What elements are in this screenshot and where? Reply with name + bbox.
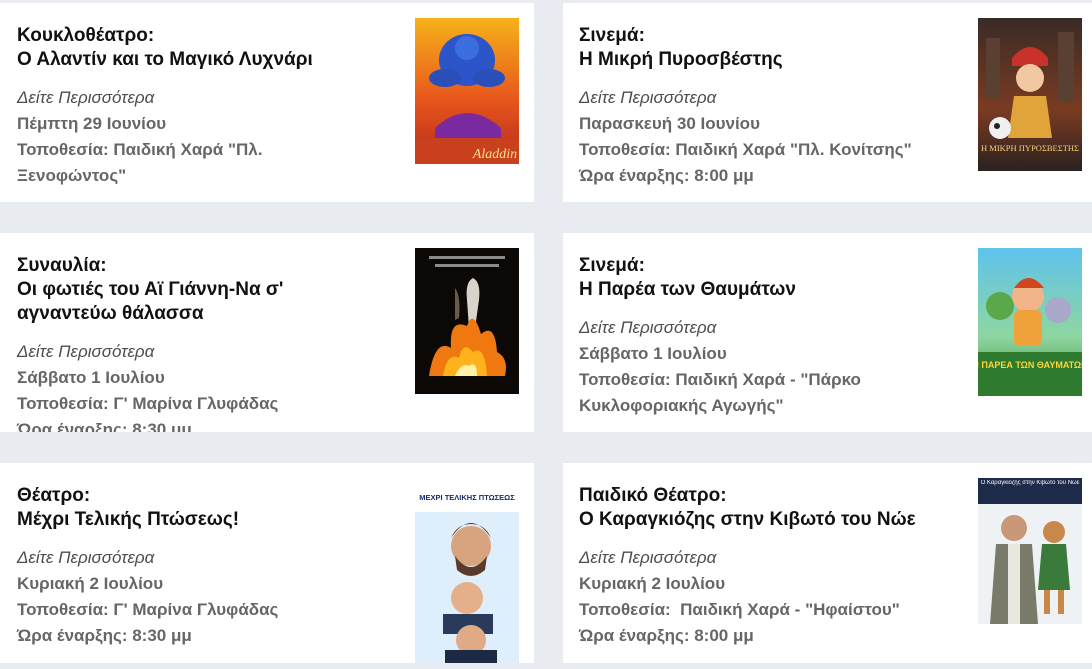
see-more-link[interactable]: Δείτε Περισσότερα bbox=[17, 545, 377, 571]
event-category: Κουκλοθέατρο: bbox=[17, 25, 155, 46]
event-text: Συναυλία: Οι φωτιές του Αϊ Γιάννη-Να σ' … bbox=[17, 254, 317, 432]
event-category: Σινεμά: bbox=[579, 25, 645, 46]
event-date: Σάββατο 1 Ιουλίου bbox=[17, 368, 165, 387]
event-location: Τοποθεσία: Παιδική Χαρά "Πλ. Ξενοφώντος" bbox=[17, 140, 263, 185]
poster-title-text: Aladdin bbox=[472, 147, 517, 162]
event-date: Παρασκευή 30 Ιουνίου bbox=[579, 114, 760, 133]
event-category: Συναυλία: bbox=[17, 255, 107, 276]
bonfire-poster-image[interactable] bbox=[415, 248, 519, 394]
event-time: Ώρα έναρξης: 8:00 μμ bbox=[579, 626, 754, 645]
event-time: Ώρα έναρξης: 8:00 μμ bbox=[579, 166, 754, 185]
event-date: Σάββατο 1 Ιουλίου bbox=[579, 344, 727, 363]
event-date: Κυριακή 2 Ιουλίου bbox=[579, 574, 726, 593]
event-location: Τοποθεσία: Παιδική Χαρά "Πλ. Κονίτσης" bbox=[579, 140, 912, 159]
event-title[interactable]: Ο Αλαντίν και το Μαγικό Λυχνάρι bbox=[17, 48, 377, 72]
poster-title-text: Ο Καραγκιόζης στην Κιβωτό του Νώε bbox=[980, 480, 1080, 486]
see-more-link[interactable]: Δείτε Περισσότερα bbox=[579, 315, 939, 341]
event-text: Παιδικό Θέατρο: Ο Καραγκιόζης στην Κιβωτ… bbox=[579, 484, 939, 649]
aladdin-poster-image[interactable]: Aladdin bbox=[415, 18, 519, 164]
poster-title-text: Η ΠΑΡΕΑ ΤΩΝ ΘΑΥΜΑΤΩΝ bbox=[978, 360, 1082, 370]
event-title[interactable]: Οι φωτιές του Αϊ Γιάννη-Να σ' αγναντεύω … bbox=[17, 278, 317, 326]
see-more-link[interactable]: Δείτε Περισσότερα bbox=[17, 85, 377, 111]
poster-title-text: ΜΕΧΡΙ ΤΕΛΙΚΗΣ ΠΤΩΣΕΩΣ bbox=[419, 493, 515, 502]
see-more-link[interactable]: Δείτε Περισσότερα bbox=[579, 85, 939, 111]
event-category: Θέατρο: bbox=[17, 485, 91, 506]
event-category: Σινεμά: bbox=[579, 255, 645, 276]
event-time: Ώρα έναρξης: 8:30 μμ bbox=[17, 420, 192, 432]
event-card[interactable]: Σινεμά: Η Παρέα των Θαυμάτων Δείτε Περισ… bbox=[563, 233, 1092, 432]
firefighter-poster-image[interactable]: Η ΜΙΚΡΗ ΠΥΡΟΣΒΕΣΤΗΣ bbox=[978, 18, 1082, 171]
event-text: Σινεμά: Η Παρέα των Θαυμάτων Δείτε Περισ… bbox=[579, 254, 939, 419]
event-card[interactable]: Κουκλοθέατρο: Ο Αλαντίν και το Μαγικό Λυ… bbox=[0, 3, 534, 202]
event-card[interactable]: Σινεμά: Η Μικρή Πυροσβέστης Δείτε Περισσ… bbox=[563, 3, 1092, 202]
event-location: Τοποθεσία: Γ' Μαρίνα Γλυφάδας bbox=[17, 600, 279, 619]
event-card[interactable]: Παιδικό Θέατρο: Ο Καραγκιόζης στην Κιβωτ… bbox=[563, 463, 1092, 663]
see-more-link[interactable]: Δείτε Περισσότερα bbox=[17, 339, 317, 365]
event-card[interactable]: Συναυλία: Οι φωτιές του Αϊ Γιάννη-Να σ' … bbox=[0, 233, 534, 432]
event-title[interactable]: Η Παρέα των Θαυμάτων bbox=[579, 278, 939, 302]
event-category: Παιδικό Θέατρο: bbox=[579, 485, 727, 506]
see-more-link[interactable]: Δείτε Περισσότερα bbox=[579, 545, 939, 571]
event-title[interactable]: Μέχρι Τελικής Πτώσεως! bbox=[17, 508, 377, 532]
event-title[interactable]: Η Μικρή Πυροσβέστης bbox=[579, 48, 939, 72]
event-card[interactable]: Θέατρο: Μέχρι Τελικής Πτώσεως! Δείτε Περ… bbox=[0, 463, 534, 663]
event-time: Ώρα έναρξης: 8:30 μμ bbox=[17, 626, 192, 645]
event-title[interactable]: Ο Καραγκιόζης στην Κιβωτό του Νώε bbox=[579, 508, 939, 532]
theater-poster-image[interactable]: ΜΕΧΡΙ ΤΕΛΙΚΗΣ ΠΤΩΣΕΩΣ bbox=[415, 478, 519, 663]
wonder-friends-poster-image[interactable]: Η ΠΑΡΕΑ ΤΩΝ ΘΑΥΜΑΤΩΝ bbox=[978, 248, 1082, 396]
event-location: Τοποθεσία: Παιδική Χαρά - "Πάρκο Κυκλοφο… bbox=[579, 370, 861, 415]
event-text: Θέατρο: Μέχρι Τελικής Πτώσεως! Δείτε Περ… bbox=[17, 484, 377, 649]
karagiozis-poster-image[interactable]: Ο Καραγκιόζης στην Κιβωτό του Νώε bbox=[978, 478, 1082, 624]
poster-title-text: Η ΜΙΚΡΗ ΠΥΡΟΣΒΕΣΤΗΣ bbox=[981, 143, 1079, 153]
event-text: Σινεμά: Η Μικρή Πυροσβέστης Δείτε Περισσ… bbox=[579, 24, 939, 189]
event-date: Πέμπτη 29 Ιουνίου bbox=[17, 114, 167, 133]
event-text: Κουκλοθέατρο: Ο Αλαντίν και το Μαγικό Λυ… bbox=[17, 24, 377, 189]
event-location: Τοποθεσία: Παιδική Χαρά - "Ηφαίστου" bbox=[579, 600, 900, 619]
event-location: Τοποθεσία: Γ' Μαρίνα Γλυφάδας bbox=[17, 394, 279, 413]
event-date: Κυριακή 2 Ιουλίου bbox=[17, 574, 164, 593]
